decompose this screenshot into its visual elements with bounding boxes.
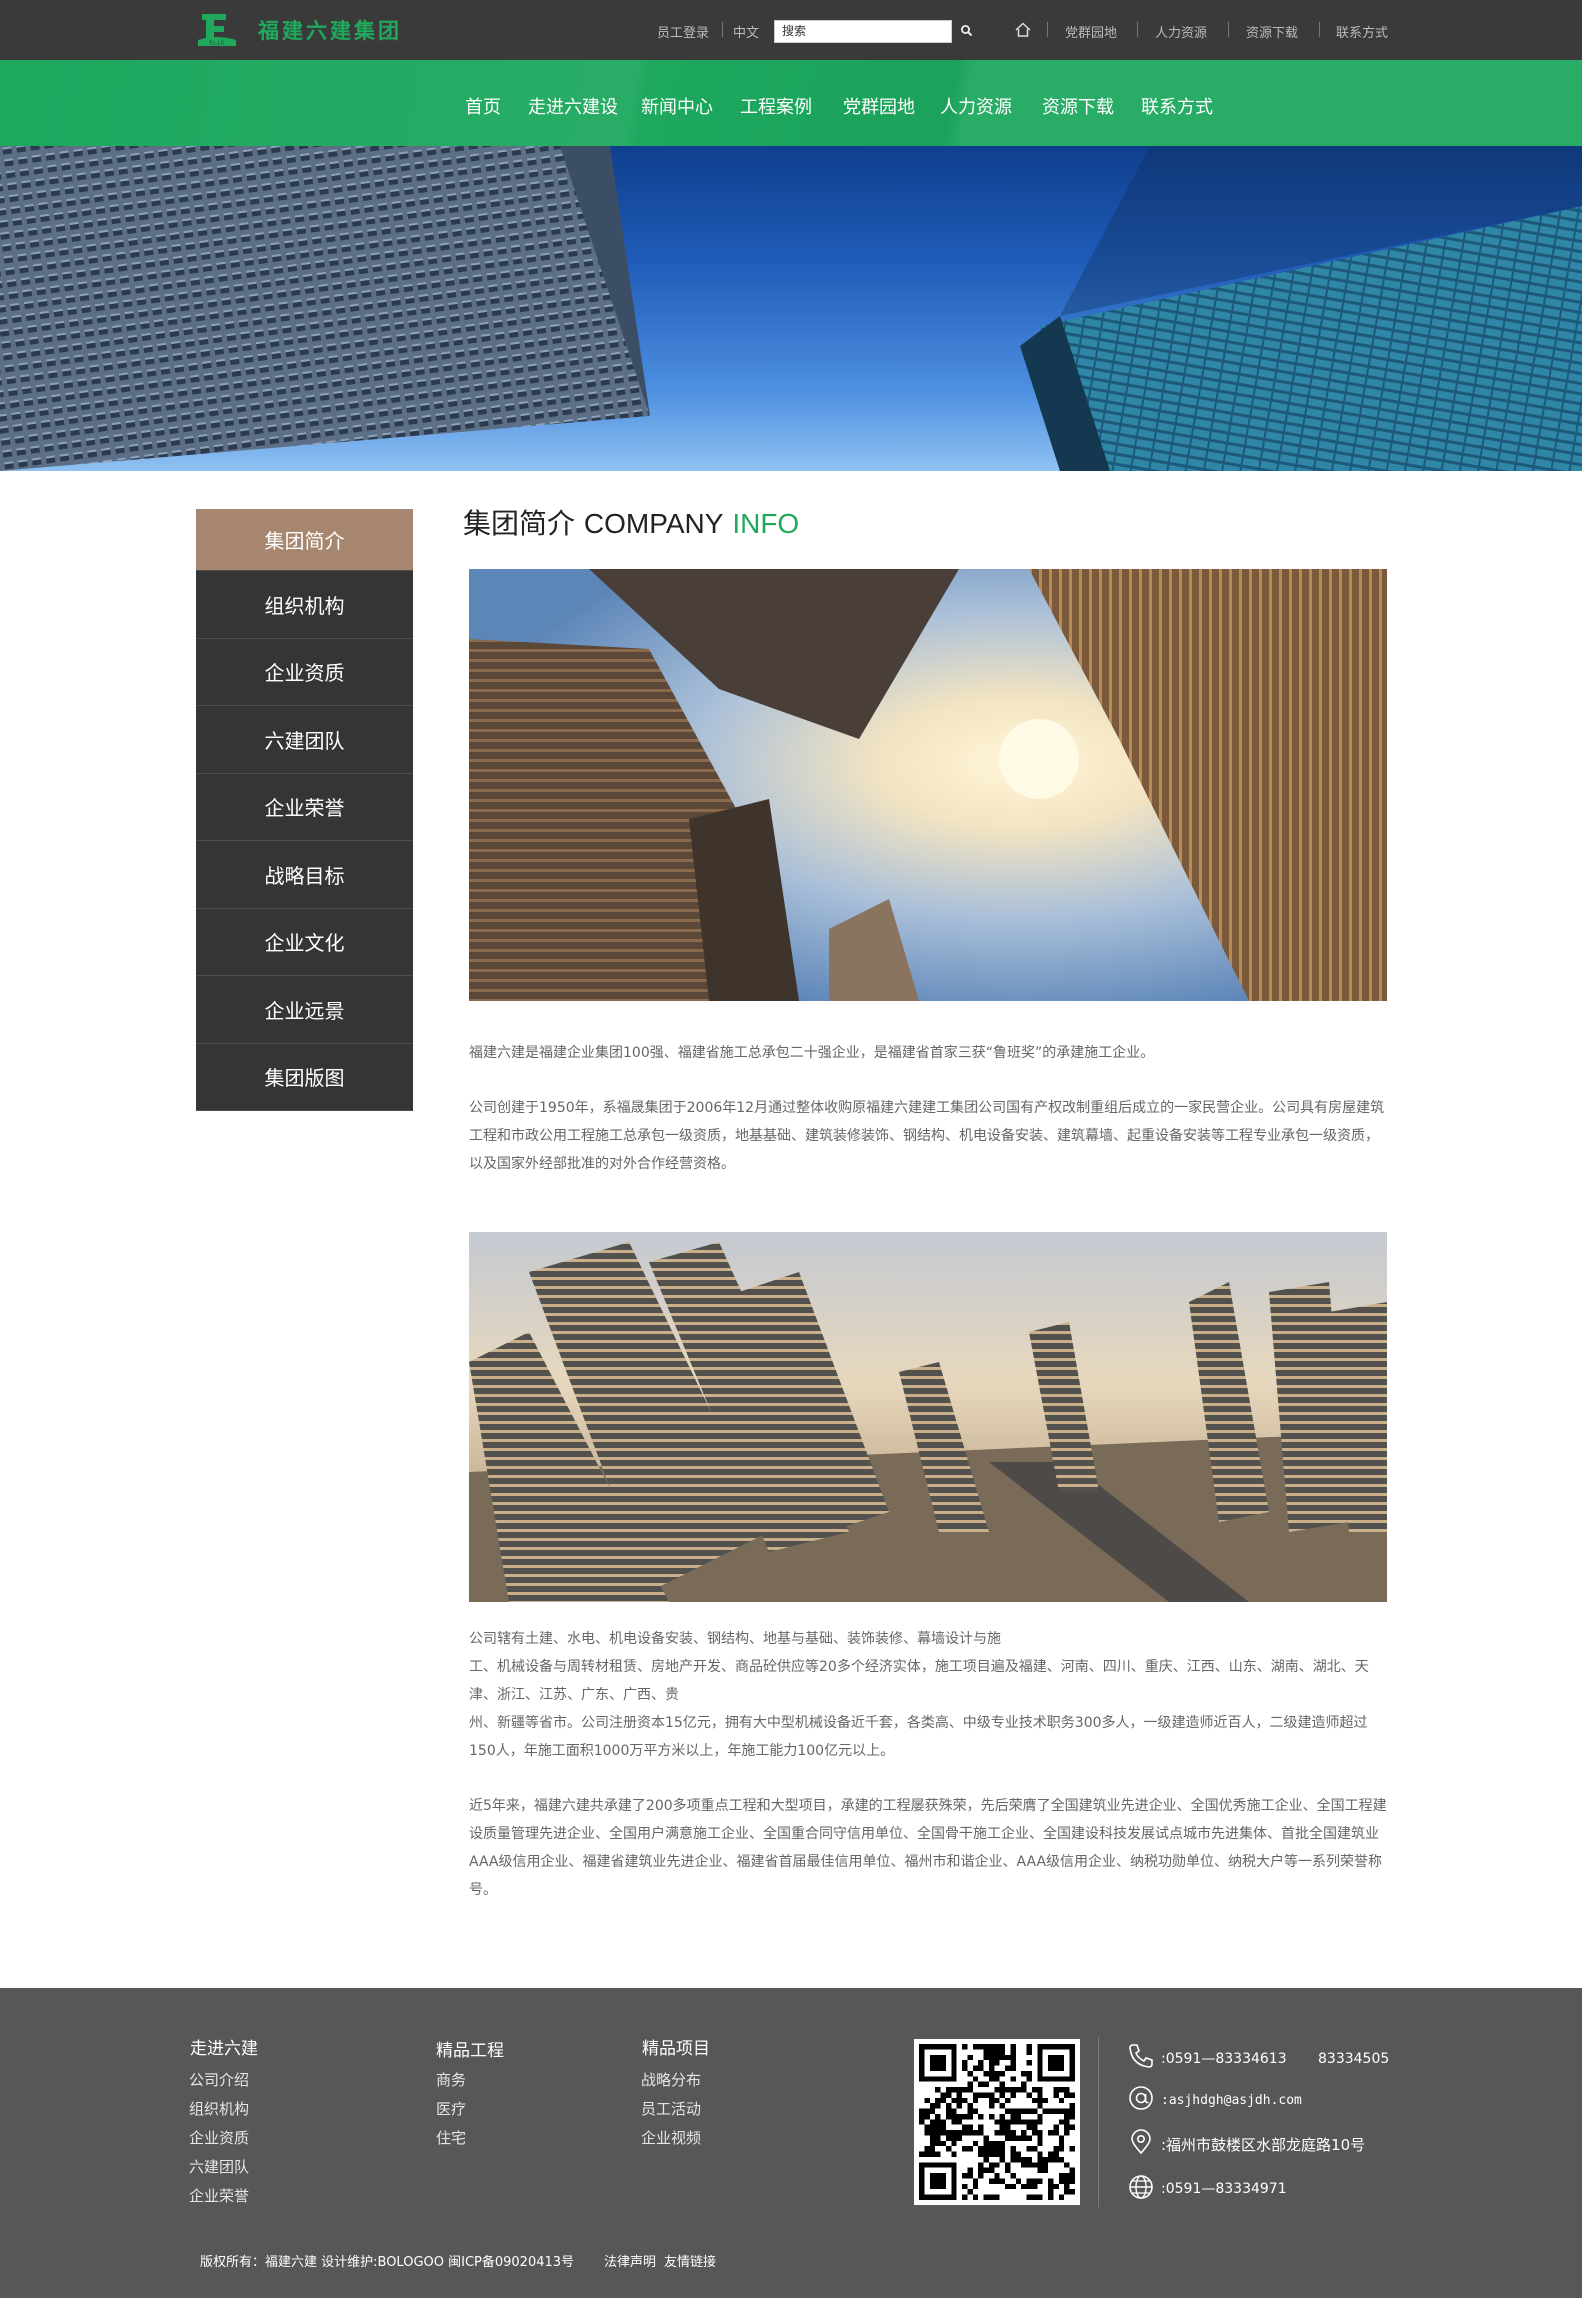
divider xyxy=(1319,22,1320,37)
nav-about[interactable]: 走进六建设 xyxy=(528,93,618,119)
contact-email: :asjhdgh@asjdh.com xyxy=(1161,2093,1302,2108)
util-link-downloads[interactable]: 资源下载 xyxy=(1246,22,1298,41)
city-aerial-photo xyxy=(469,1232,1387,1602)
legal-notice-link[interactable]: 法律声明 xyxy=(604,2251,656,2270)
footer-link[interactable]: 医疗 xyxy=(436,2098,466,2119)
footer-link[interactable]: 企业视频 xyxy=(641,2127,701,2148)
footer-col-about-title: 走进六建 xyxy=(190,2039,258,2059)
util-link-contact[interactable]: 联系方式 xyxy=(1336,22,1388,41)
title-en: COMPANY xyxy=(583,508,724,539)
footer-col-featured-title: 精品项目 xyxy=(642,2039,710,2059)
sidebar-item-organization[interactable]: 组织机构 xyxy=(196,571,413,639)
sidebar-item-intro[interactable]: 集团简介 xyxy=(196,509,413,571)
footer-link[interactable]: 商务 xyxy=(436,2069,466,2090)
hero-banner xyxy=(0,146,1582,471)
util-link-hr[interactable]: 人力资源 xyxy=(1155,22,1207,41)
nav-downloads[interactable]: 资源下载 xyxy=(1042,93,1114,119)
footer-link[interactable]: 战略分布 xyxy=(641,2069,701,2090)
qr-code xyxy=(914,2039,1080,2205)
body-paragraph-2: 工、机械设备与周转材租赁、房地产开发、商品砼供应等20多个经济实体，施工项目遍及… xyxy=(469,1659,1369,1703)
copyright-text: 版权所有：福建六建 设计维护:BOLOGOO 闽ICP备09020413号 xyxy=(200,2255,575,2270)
logo-icon: F.L.J.G xyxy=(196,10,238,50)
nav-hr[interactable]: 人力资源 xyxy=(940,93,1012,119)
footer-link[interactable]: 企业荣誉 xyxy=(189,2185,249,2206)
location-pin-icon xyxy=(1127,2128,1155,2156)
divider xyxy=(1137,22,1138,37)
sidebar-item-map[interactable]: 集团版图 xyxy=(196,1043,413,1111)
sidebar-item-honors[interactable]: 企业荣誉 xyxy=(196,773,413,841)
footer-link[interactable]: 六建团队 xyxy=(189,2156,249,2177)
logo[interactable]: F.L.J.G 福建六建集团 xyxy=(196,10,402,50)
sidebar: 集团简介 组织机构 企业资质 六建团队 企业荣誉 战略目标 企业文化 企业远景 … xyxy=(196,509,413,1111)
nav-home[interactable]: 首页 xyxy=(465,93,501,119)
staff-login-link[interactable]: 员工登录 xyxy=(657,22,709,41)
nav-contact[interactable]: 联系方式 xyxy=(1141,93,1213,119)
sidebar-item-vision[interactable]: 企业远景 xyxy=(196,976,413,1044)
body-paragraph-3: 州、新疆等省市。公司注册资本15亿元，拥有大中型机械设备近千套，各类高、中级专业… xyxy=(469,1715,1368,1759)
email-at-icon xyxy=(1127,2084,1155,2112)
contact-phone: :0591—83334613 xyxy=(1161,2051,1287,2067)
body-paragraph-1: 公司辖有土建、水电、机电设备安装、钢结构、地基与基础、装饰装修、幕墙设计与施 xyxy=(469,1631,1001,1647)
footer-link[interactable]: 员工活动 xyxy=(641,2098,701,2119)
footer-col-projects-title: 精品工程 xyxy=(436,2041,504,2061)
globe-icon xyxy=(1127,2173,1155,2201)
footer-link[interactable]: 公司介绍 xyxy=(189,2069,249,2090)
friendly-links-link[interactable]: 友情链接 xyxy=(664,2251,716,2270)
search-input[interactable]: 搜索 xyxy=(774,20,952,43)
footer-link[interactable]: 组织机构 xyxy=(189,2098,249,2119)
main-nav: 首页 走进六建设 新闻中心 工程案例 党群园地 人力资源 资源下载 联系方式 xyxy=(0,60,1582,146)
home-icon[interactable] xyxy=(1013,20,1033,40)
sidebar-item-strategy[interactable]: 战略目标 xyxy=(196,841,413,909)
sidebar-item-culture[interactable]: 企业文化 xyxy=(196,908,413,976)
body-paragraph-4: 近5年来，福建六建共承建了200多项重点工程和大型项目，承建的工程屡获殊荣，先后… xyxy=(469,1798,1387,1898)
intro-paragraph-2: 公司创建于1950年，系福晟集团于2006年12月通过整体收购原福建六建建工集团… xyxy=(469,1100,1385,1172)
divider xyxy=(1047,22,1048,37)
phone-icon xyxy=(1127,2042,1155,2070)
divider xyxy=(722,22,723,37)
nav-party[interactable]: 党群园地 xyxy=(843,93,915,119)
top-bar: F.L.J.G 福建六建集团 员工登录 中文 搜索 党群园地 人力资源 资源下载… xyxy=(0,0,1582,60)
footer-link[interactable]: 企业资质 xyxy=(189,2127,249,2148)
sidebar-item-qualification[interactable]: 企业资质 xyxy=(196,638,413,706)
util-link-party[interactable]: 党群园地 xyxy=(1065,22,1117,41)
nav-news[interactable]: 新闻中心 xyxy=(641,93,713,119)
title-en-accent: INFO xyxy=(732,508,800,539)
footer-divider xyxy=(1098,2037,1099,2207)
contact-fax: :0591—83334971 xyxy=(1161,2181,1287,2197)
brand-name: 福建六建集团 xyxy=(258,18,402,43)
contact-address: :福州市鼓楼区水部龙庭路10号 xyxy=(1161,2136,1366,2154)
contact-phone-2: 83334505 xyxy=(1318,2051,1390,2067)
divider xyxy=(1228,22,1229,37)
skyscrapers-photo xyxy=(469,569,1387,1001)
title-cn: 集团简介 xyxy=(463,507,576,540)
search-icon[interactable] xyxy=(958,22,976,40)
intro-paragraph-1: 福建六建是福建企业集团100强、福建省施工总承包二十强企业，是福建省首家三获“鲁… xyxy=(469,1045,1155,1061)
logo-small-text: F.L.J.G xyxy=(210,41,225,47)
page-title: 集团简介 COMPANY INFO xyxy=(463,502,799,542)
sidebar-item-team[interactable]: 六建团队 xyxy=(196,706,413,774)
nav-projects[interactable]: 工程案例 xyxy=(740,93,812,119)
language-link[interactable]: 中文 xyxy=(733,22,759,41)
footer-link[interactable]: 住宅 xyxy=(436,2127,466,2148)
